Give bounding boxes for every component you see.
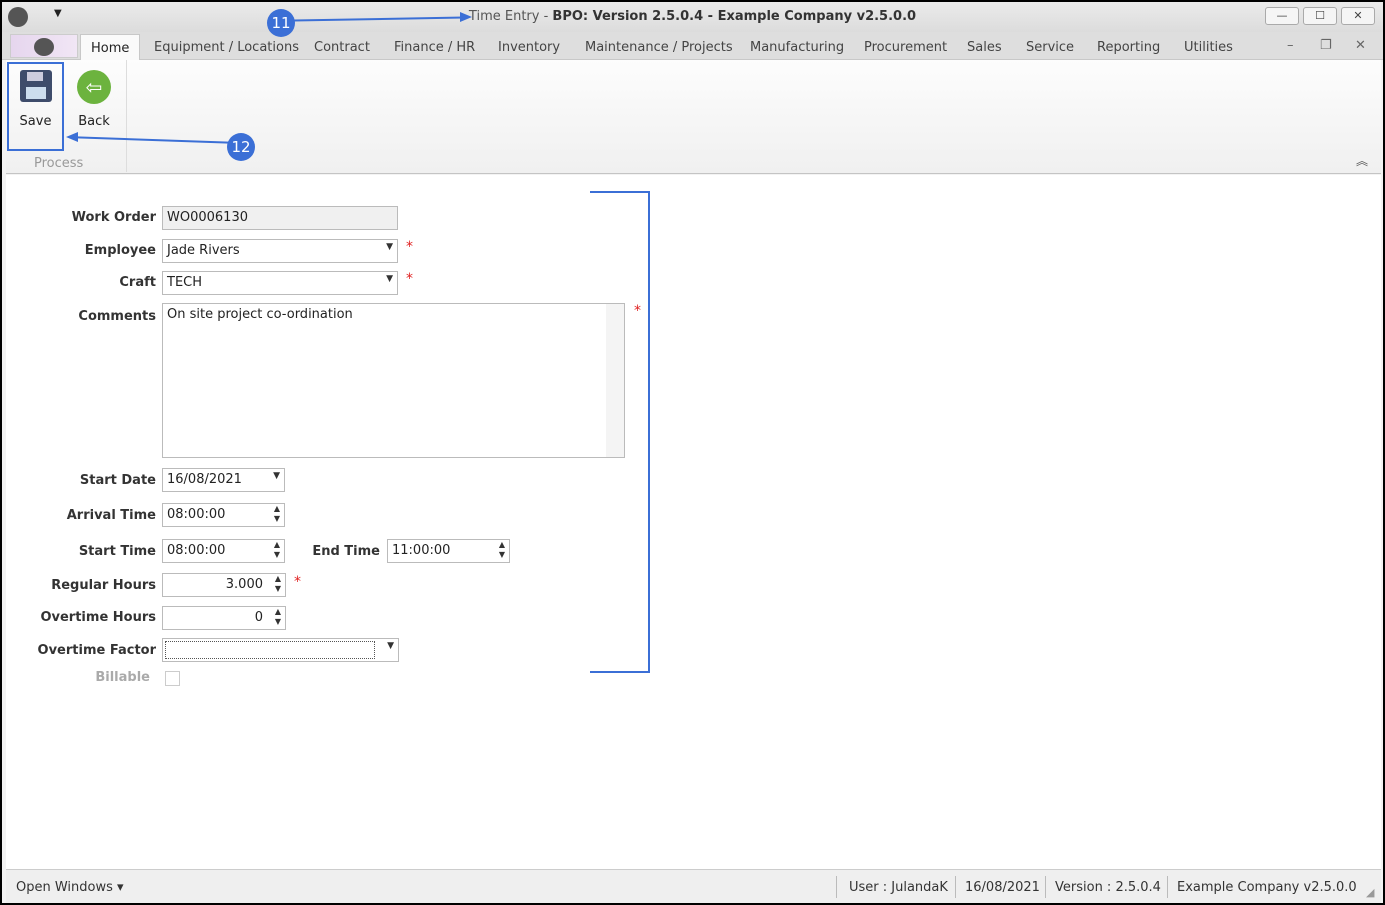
start-time-label: Start Time (78, 544, 156, 559)
overtime-hours-label: Overtime Hours (40, 610, 156, 625)
status-version: Version : 2.5.0.4 (1055, 880, 1161, 895)
start-date-picker[interactable]: 16/08/2021 ▼ (162, 468, 285, 492)
save-button[interactable]: Save (7, 62, 64, 151)
required-marker: * (406, 271, 413, 287)
resize-grip-icon[interactable]: ◢ (1366, 886, 1374, 899)
ribbon-tabs: Home Equipment / Locations Contract Fina… (2, 32, 1383, 61)
status-date: 16/08/2021 (965, 880, 1040, 895)
floppy-disk-icon (19, 70, 52, 102)
annotation-12: 12 (227, 133, 255, 161)
chevron-down-icon: ▼ (386, 274, 393, 284)
tab-reporting[interactable]: Reporting (1097, 40, 1160, 55)
overtime-hours-spinner[interactable]: 0 ▲ ▼ (162, 606, 286, 630)
tab-finance-hr[interactable]: Finance / HR (394, 40, 475, 55)
title-bar: ▼ Time Entry - BPO: Version 2.5.0.4 - Ex… (2, 2, 1383, 32)
comments-label: Comments (78, 309, 156, 324)
required-marker: * (406, 239, 413, 255)
mdi-restore-icon[interactable]: ❐ (1320, 38, 1332, 53)
divider (955, 876, 956, 898)
annotation-11: 11 (267, 9, 295, 37)
status-company: Example Company v2.5.0.0 (1177, 880, 1357, 895)
tab-equipment-locations[interactable]: Equipment / Locations (154, 40, 299, 55)
mdi-minimize-icon[interactable]: – (1287, 38, 1294, 53)
regular-hours-label: Regular Hours (51, 578, 156, 593)
group-divider (126, 60, 127, 172)
overtime-factor-label: Overtime Factor (37, 643, 156, 658)
mdi-close-icon[interactable]: ✕ (1355, 38, 1366, 53)
tab-utilities[interactable]: Utilities (1184, 40, 1233, 55)
chevron-down-icon: ▼ (273, 471, 280, 481)
status-user: User : JulandaK (849, 880, 948, 895)
end-time-label: End Time (312, 544, 380, 559)
time-entry-form: Work Order WO0006130 Employee Jade River… (6, 175, 1381, 869)
back-arrow-icon: ⇦ (77, 70, 111, 104)
spinner-arrows-icon[interactable]: ▲ ▼ (274, 504, 280, 524)
maximize-button[interactable]: ☐ (1303, 7, 1337, 25)
divider (836, 876, 837, 898)
arrival-time-label: Arrival Time (66, 508, 156, 523)
tab-service[interactable]: Service (1026, 40, 1074, 55)
spinner-arrows-icon[interactable]: ▲ ▼ (275, 574, 281, 594)
end-time-spinner[interactable]: 11:00:00 ▲ ▼ (387, 539, 510, 563)
required-marker: * (294, 574, 301, 590)
craft-label: Craft (119, 275, 156, 290)
tab-inventory[interactable]: Inventory (498, 40, 560, 55)
employee-label: Employee (84, 243, 156, 258)
spinner-arrows-icon[interactable]: ▲ ▼ (275, 607, 281, 627)
scrollbar[interactable] (606, 304, 624, 457)
work-order-field[interactable]: WO0006130 (162, 206, 398, 230)
arrowhead-12 (66, 132, 78, 142)
window-title: Time Entry - BPO: Version 2.5.0.4 - Exam… (468, 9, 917, 24)
billable-label: Billable (95, 670, 150, 685)
billable-checkbox[interactable] (165, 671, 180, 686)
arrowhead-11 (460, 12, 472, 22)
minimize-button[interactable]: — (1265, 7, 1299, 25)
chevron-down-icon: ▼ (387, 641, 394, 651)
tab-manufacturing[interactable]: Manufacturing (750, 40, 844, 55)
divider (1045, 876, 1046, 898)
open-windows-menu[interactable]: Open Windows ▾ (16, 880, 124, 895)
craft-dropdown[interactable]: TECH ▼ (162, 271, 398, 295)
arrival-time-spinner[interactable]: 08:00:00 ▲ ▼ (162, 503, 285, 527)
overtime-factor-dropdown[interactable]: ▼ (162, 638, 399, 662)
start-date-label: Start Date (79, 473, 156, 488)
required-marker: * (634, 303, 641, 319)
status-bar: Open Windows ▾ User : JulandaK 16/08/202… (6, 869, 1381, 903)
tab-contract[interactable]: Contract (314, 40, 370, 55)
spinner-arrows-icon[interactable]: ▲ ▼ (499, 540, 505, 560)
app-menu-button[interactable] (10, 34, 78, 58)
tab-sales[interactable]: Sales (967, 40, 1002, 55)
employee-dropdown[interactable]: Jade Rivers ▼ (162, 239, 398, 263)
divider (1167, 876, 1168, 898)
close-button[interactable]: ✕ (1341, 7, 1375, 25)
ribbon-group-process-label: Process (34, 156, 84, 171)
chevron-down-icon: ▼ (386, 242, 393, 252)
tab-maintenance-projects[interactable]: Maintenance / Projects (585, 40, 733, 55)
work-order-label: Work Order (71, 210, 156, 225)
comments-textarea[interactable]: On site project co-ordination (162, 303, 625, 458)
ribbon: Save ⇦ Back Process ︽ (6, 60, 1381, 174)
regular-hours-spinner[interactable]: 3.000 ▲ ▼ (162, 573, 286, 597)
collapse-ribbon-icon[interactable]: ︽ (1356, 152, 1368, 169)
tab-procurement[interactable]: Procurement (864, 40, 947, 55)
tab-home[interactable]: Home (80, 34, 141, 61)
app-window: ▼ Time Entry - BPO: Version 2.5.0.4 - Ex… (2, 2, 1383, 903)
